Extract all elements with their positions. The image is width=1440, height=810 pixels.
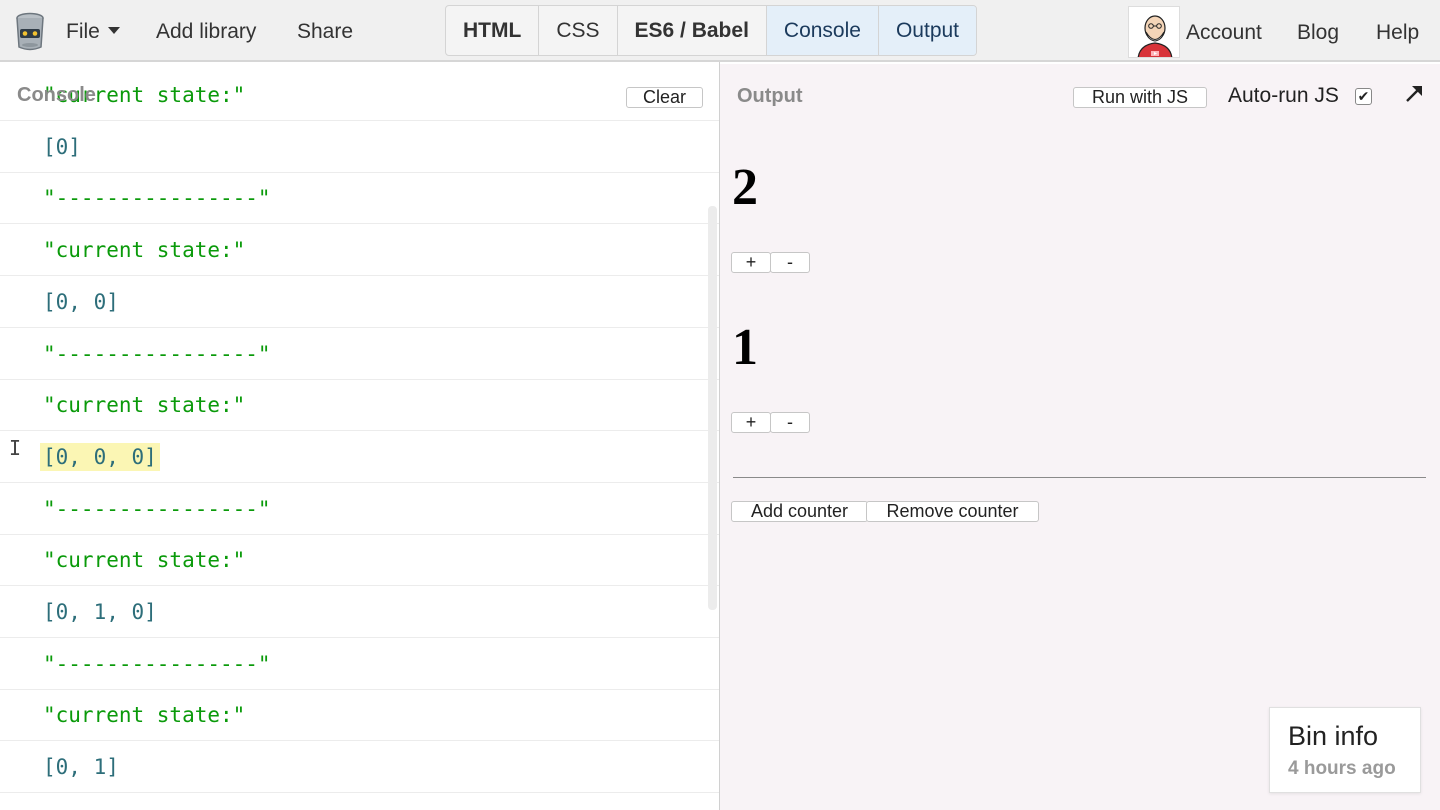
user-avatar-icon[interactable] — [1128, 6, 1180, 58]
checkmark-icon: ✔ — [1357, 88, 1370, 104]
top-bar: File Add library Share HTML CSS ES6 / Ba… — [0, 0, 1440, 62]
console-log-text: "----------------" — [43, 496, 271, 521]
console-log-line: "current state:" — [0, 379, 719, 432]
auto-run-label: Auto-run JS — [1228, 84, 1339, 107]
add-counter-button[interactable]: Add counter — [731, 501, 868, 522]
console-log-text: "----------------" — [43, 341, 271, 366]
jsbin-logo-icon[interactable] — [14, 11, 46, 53]
console-log-line: [0, 1] — [0, 741, 719, 794]
console-log-text: [0, 0, 0] — [40, 442, 160, 471]
console-log-text: "current state:" — [43, 548, 246, 573]
tab-es6-babel[interactable]: ES6 / Babel — [618, 6, 767, 55]
console-log-line: "----------------" — [0, 638, 719, 690]
tab-console[interactable]: Console — [766, 6, 879, 55]
auto-run-checkbox[interactable]: ✔ — [1355, 88, 1372, 105]
console-log-line: [0, 1, 0] — [0, 586, 719, 638]
bin-info-panel[interactable]: Bin info 4 hours ago — [1269, 707, 1421, 793]
console-pane: "current state:" [0] "----------------" "cu… — [0, 64, 719, 810]
console-log-text: [0, 0] — [43, 289, 119, 314]
console-log-text: [0, 1, 0] — [43, 600, 157, 624]
console-log-line: [0] — [0, 121, 719, 173]
tab-css[interactable]: CSS — [539, 6, 618, 55]
decrement-button[interactable]: - — [770, 252, 810, 273]
console-log-line: "current state:" — [0, 689, 719, 742]
chevron-down-icon — [107, 26, 120, 34]
console-log-line: "current state:" — [0, 224, 719, 277]
increment-button[interactable]: + — [731, 412, 771, 433]
console-log-line: "----------------" — [0, 172, 719, 225]
console-log-line: "current state:" — [0, 534, 719, 587]
output-pane-title: Output — [737, 85, 803, 107]
counter-value: 1 — [732, 319, 758, 376]
bin-info-time: 4 hours ago — [1288, 758, 1396, 779]
help-link[interactable]: Help — [1376, 20, 1419, 46]
horizontal-rule — [733, 477, 1426, 478]
console-log-line: [0, 0, 0] — [0, 431, 719, 483]
account-link[interactable]: Account — [1186, 20, 1262, 46]
output-pane — [720, 64, 1440, 810]
file-menu[interactable]: File — [66, 19, 120, 45]
clear-console-button[interactable]: Clear — [626, 87, 703, 108]
console-log-text: "current state:" — [43, 238, 246, 263]
console-log-line: [0, 0] — [0, 276, 719, 328]
console-log-text: "----------------" — [43, 805, 271, 810]
console-log-line: "----------------" — [0, 483, 719, 535]
text-cursor-icon: I — [9, 436, 22, 460]
run-with-js-button[interactable]: Run with JS — [1073, 87, 1207, 108]
console-log-text: "current state:" — [43, 393, 246, 418]
tab-output[interactable]: Output — [878, 6, 977, 55]
console-log-line: "----------------" — [0, 328, 719, 380]
popout-arrow-icon[interactable] — [1404, 84, 1424, 110]
console-log-text: "----------------" — [43, 651, 271, 676]
console-log-line: "----------------" — [0, 793, 719, 810]
console-pane-title: Console — [17, 84, 96, 106]
counter-value: 2 — [732, 159, 758, 216]
console-log-line: "current state:" — [0, 69, 719, 121]
blog-link[interactable]: Blog — [1297, 20, 1339, 46]
remove-counter-button[interactable]: Remove counter — [866, 501, 1039, 522]
increment-button[interactable]: + — [731, 252, 771, 273]
bin-info-title: Bin info — [1288, 721, 1379, 751]
console-log-text: [0] — [43, 134, 81, 159]
console-log-text: [0, 1] — [43, 755, 119, 780]
console-log-text: "----------------" — [43, 186, 271, 211]
file-menu-label: File — [66, 20, 100, 43]
panel-tabs: HTML CSS ES6 / Babel Console Output — [445, 5, 978, 56]
add-library-menu[interactable]: Add library — [156, 19, 256, 45]
tab-html[interactable]: HTML — [446, 6, 540, 55]
console-scrollbar[interactable] — [708, 206, 717, 610]
console-log-text: "current state:" — [43, 703, 246, 728]
share-menu[interactable]: Share — [297, 19, 353, 45]
decrement-button[interactable]: - — [770, 412, 810, 433]
